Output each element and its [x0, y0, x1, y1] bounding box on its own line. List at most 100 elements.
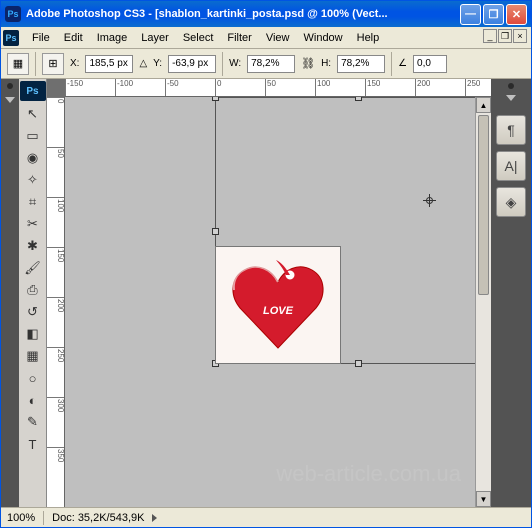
doc-restore-button[interactable]: ❐	[498, 29, 512, 43]
doc-close-button[interactable]: ×	[513, 29, 527, 43]
menu-filter[interactable]: Filter	[220, 30, 258, 46]
canvas[interactable]: LOVE ▲ ▼ web-article.com.ua	[65, 97, 491, 507]
eraser-tool[interactable]: ◧	[21, 323, 45, 345]
menu-edit[interactable]: Edit	[57, 30, 90, 46]
ruler-tick: 150	[47, 247, 65, 262]
scrollbar-vertical[interactable]: ▲ ▼	[475, 97, 491, 507]
w-label: W:	[229, 58, 241, 69]
y-input[interactable]: -63,9 px	[168, 55, 216, 73]
ruler-tick: -50	[165, 79, 179, 97]
workspace: Ps ↖ ▭ ◉ ✧ ⌗ ✂ ✱ 🖌 ⎙ ↺ ◧ ▦ ○ ◐ ✎ T -150 …	[1, 79, 531, 507]
h-label: H:	[321, 58, 331, 69]
transform-pivot-icon[interactable]	[423, 194, 436, 207]
x-input[interactable]: 185,5 px	[85, 55, 133, 73]
lasso-tool[interactable]: ◉	[21, 147, 45, 169]
character-panel-button[interactable]: A|	[496, 151, 526, 181]
zoom-level[interactable]: 100%	[7, 512, 35, 524]
menu-file[interactable]: File	[25, 30, 57, 46]
angle-label: ∠	[398, 58, 407, 69]
ruler-tick: 250	[465, 79, 480, 97]
left-dock-rail[interactable]	[1, 79, 19, 507]
options-bar: ▦ ⊞ X: 185,5 px △ Y: -63,9 px W: 78,2% H…	[1, 49, 531, 79]
slice-tool[interactable]: ✂	[21, 213, 45, 235]
w-input[interactable]: 78,2%	[247, 55, 295, 73]
transform-preset-icon[interactable]: ▦	[7, 53, 29, 75]
minimize-button[interactable]: —	[460, 4, 481, 25]
dodge-tool[interactable]: ◐	[21, 389, 45, 411]
ruler-tick: 300	[47, 397, 65, 412]
window-title: Adobe Photoshop CS3 - [shablon_kartinki_…	[26, 8, 460, 20]
marquee-tool[interactable]: ▭	[21, 125, 45, 147]
h-input[interactable]: 78,2%	[337, 55, 385, 73]
menu-image[interactable]: Image	[90, 30, 135, 46]
ruler-tick: 350	[47, 447, 65, 462]
menu-window[interactable]: Window	[297, 30, 350, 46]
dock-collapse-icon[interactable]	[506, 95, 516, 101]
ruler-tick: 0	[215, 79, 221, 97]
clone-stamp-tool[interactable]: ⎙	[21, 279, 45, 301]
reference-point-icon[interactable]: ⊞	[42, 53, 64, 75]
transform-handle[interactable]	[212, 228, 219, 235]
dock-grip-icon	[7, 83, 13, 89]
ruler-vertical[interactable]: 0 50 100 150 200 250 300 350	[47, 97, 65, 507]
menubar: Ps File Edit Image Layer Select Filter V…	[1, 27, 531, 49]
gradient-tool[interactable]: ▦	[21, 345, 45, 367]
scroll-thumb[interactable]	[478, 115, 489, 295]
toolbox-header-icon: Ps	[20, 81, 46, 101]
ruler-tick: 150	[365, 79, 380, 97]
blur-tool[interactable]: ○	[21, 367, 45, 389]
watermark-text: web-article.com.ua	[276, 461, 461, 487]
heart-icon: LOVE	[228, 258, 328, 353]
angle-input[interactable]: 0,0	[413, 55, 447, 73]
transform-handle[interactable]	[355, 97, 362, 101]
close-button[interactable]: ✕	[506, 4, 527, 25]
ruler-tick: 250	[47, 347, 65, 362]
history-brush-tool[interactable]: ↺	[21, 301, 45, 323]
y-delta-icon: △	[139, 58, 147, 69]
ruler-tick: 100	[47, 197, 65, 212]
photoshop-window: Ps Adobe Photoshop CS3 - [shablon_kartin…	[0, 0, 532, 528]
ruler-tick: 0	[47, 97, 65, 103]
layers-panel-button[interactable]: ◈	[496, 187, 526, 217]
transform-handle[interactable]	[355, 360, 362, 367]
ruler-tick: -150	[65, 79, 83, 97]
transform-handle[interactable]	[212, 97, 219, 101]
doc-minimize-button[interactable]: _	[483, 29, 497, 43]
ruler-tick: 200	[415, 79, 430, 97]
menu-help[interactable]: Help	[350, 30, 387, 46]
type-tool[interactable]: T	[21, 433, 45, 455]
dock-expand-icon[interactable]	[5, 97, 15, 103]
scroll-up-button[interactable]: ▲	[476, 97, 491, 113]
move-tool[interactable]: ↖	[21, 103, 45, 125]
statusbar: 100% Doc: 35,2K/543,9K	[1, 507, 531, 527]
ruler-tick: 50	[265, 79, 276, 97]
menu-select[interactable]: Select	[176, 30, 221, 46]
x-label: X:	[70, 58, 79, 69]
toolbox: Ps ↖ ▭ ◉ ✧ ⌗ ✂ ✱ 🖌 ⎙ ↺ ◧ ▦ ○ ◐ ✎ T	[19, 79, 47, 507]
ps-menu-icon[interactable]: Ps	[3, 30, 19, 46]
link-wh-icon[interactable]	[301, 57, 315, 70]
app-icon: Ps	[5, 6, 21, 22]
brush-tool[interactable]: 🖌	[21, 257, 45, 279]
right-dock-rail[interactable]: ¶ A| ◈	[491, 79, 531, 507]
titlebar[interactable]: Ps Adobe Photoshop CS3 - [shablon_kartin…	[1, 1, 531, 27]
crop-tool[interactable]: ⌗	[21, 191, 45, 213]
svg-text:LOVE: LOVE	[263, 305, 294, 317]
menu-view[interactable]: View	[259, 30, 297, 46]
paragraph-panel-button[interactable]: ¶	[496, 115, 526, 145]
y-label: Y:	[153, 58, 162, 69]
heart-image-layer[interactable]: LOVE	[215, 246, 341, 364]
ruler-tick: 200	[47, 297, 65, 312]
status-menu-icon[interactable]	[152, 514, 157, 522]
pen-tool[interactable]: ✎	[21, 411, 45, 433]
canvas-area: -150 -100 -50 0 50 100 150 200 250 0 50 …	[47, 79, 491, 507]
healing-brush-tool[interactable]: ✱	[21, 235, 45, 257]
ruler-tick: 100	[315, 79, 330, 97]
ruler-tick: -100	[115, 79, 133, 97]
maximize-button[interactable]: ❐	[483, 4, 504, 25]
scroll-down-button[interactable]: ▼	[476, 491, 491, 507]
ruler-horizontal[interactable]: -150 -100 -50 0 50 100 150 200 250	[65, 79, 491, 97]
menu-layer[interactable]: Layer	[134, 30, 176, 46]
magic-wand-tool[interactable]: ✧	[21, 169, 45, 191]
doc-size[interactable]: Doc: 35,2K/543,9K	[52, 512, 144, 524]
